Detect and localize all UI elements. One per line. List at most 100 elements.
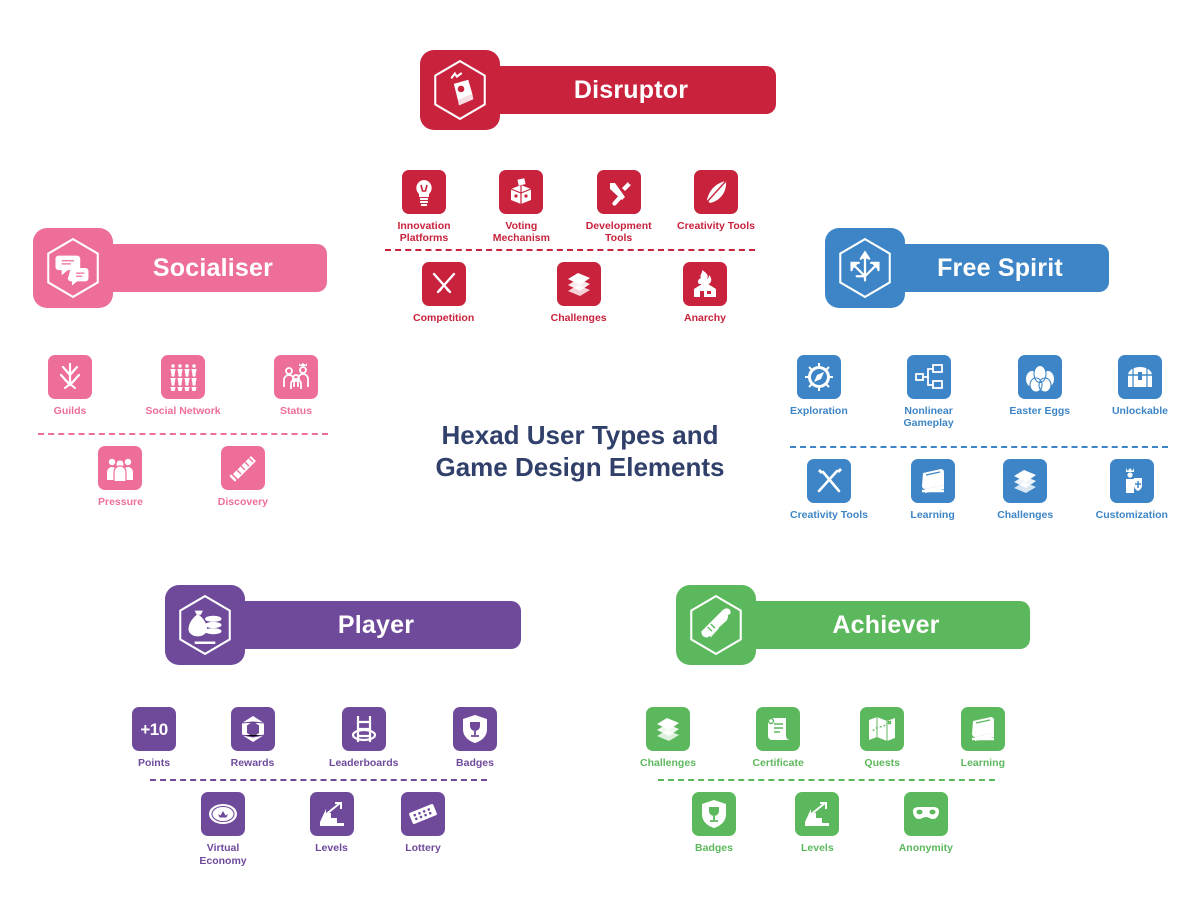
telescope-glyph: [229, 456, 256, 482]
flowchart-icon: [906, 355, 951, 399]
element-social-network[interactable]: Social Network: [145, 355, 221, 417]
element-challenges-fs[interactable]: Challenges: [997, 458, 1053, 521]
element-guilds[interactable]: Guilds: [48, 355, 92, 417]
element-levels[interactable]: Levels: [309, 792, 354, 854]
status-glyph: [283, 363, 309, 389]
disruptor-bar: Disruptor: [486, 66, 776, 114]
element-label: Competition: [413, 311, 475, 324]
element-label: Voting Mechanism: [492, 220, 550, 245]
socialiser-divider: [38, 433, 328, 436]
crossed-swords-glyph: [432, 272, 455, 293]
group-achiever: Challenges Certificate Quests Learning B…: [640, 707, 1005, 855]
socialiser-row-1: Guilds Social Network Status: [38, 355, 328, 417]
socialiser-label: Socialiser: [152, 253, 274, 282]
crossed-swords-shield-icon: [48, 355, 92, 399]
disruptor-row-2: Competition Challenges Anarchy: [385, 261, 755, 324]
element-label: Unlockable: [1111, 405, 1168, 417]
element-points[interactable]: +10 Points: [132, 707, 176, 769]
element-badges-ach[interactable]: Badges: [692, 792, 736, 854]
element-creativity-tools-fs[interactable]: Creativity Tools: [790, 458, 868, 521]
treasure-chest-icon: [1117, 355, 1162, 399]
element-certificate[interactable]: Certificate: [752, 707, 804, 769]
coin-glyph: [209, 804, 237, 825]
crowd-glyph: [107, 459, 134, 482]
element-unlockable[interactable]: Unlockable: [1112, 355, 1168, 417]
element-label: Learning: [960, 757, 1005, 769]
element-badges[interactable]: Badges: [453, 707, 497, 769]
group-free-spirit: Exploration Nonlinear Gameplay Easter Eg…: [790, 355, 1168, 521]
player-badge: [165, 585, 245, 665]
books-glyph: [921, 468, 944, 493]
element-anarchy[interactable]: Anarchy: [683, 261, 727, 324]
socialiser-row-2: Pressure Discovery: [38, 446, 328, 508]
element-label: Points: [137, 757, 171, 769]
element-levels-ach[interactable]: Levels: [795, 792, 840, 854]
free-spirit-row-1: Exploration Nonlinear Gameplay Easter Eg…: [790, 355, 1168, 430]
stairs-glyph: [805, 802, 830, 827]
multi-arrows-icon: [839, 237, 891, 299]
gem-icon: [230, 707, 275, 751]
element-customization[interactable]: Customization: [1096, 458, 1168, 521]
compass-icon: [796, 355, 841, 399]
element-rewards[interactable]: Rewards: [230, 707, 275, 769]
element-easter-eggs[interactable]: Easter Eggs: [1009, 355, 1070, 417]
element-virtual-economy[interactable]: Virtual Economy: [184, 792, 262, 867]
element-challenges-ach[interactable]: Challenges: [640, 707, 696, 769]
trophy-shield-icon: [692, 792, 736, 837]
burning-house-glyph: [694, 269, 716, 297]
socialiser-bar: Socialiser: [99, 244, 327, 292]
mask-icon: [903, 792, 948, 837]
element-nonlinear-gameplay[interactable]: Nonlinear Gameplay: [890, 355, 968, 430]
puzzle-stack-icon: [646, 707, 691, 751]
gem-glyph: [241, 716, 264, 742]
compass-glyph: [804, 363, 833, 391]
element-label: Discovery: [217, 496, 268, 509]
type-header-player: Player: [165, 585, 521, 665]
people-grid-glyph: [170, 364, 197, 391]
puzzle-stack-glyph: [567, 272, 590, 296]
element-status[interactable]: Status: [274, 355, 318, 417]
bomb-icon: [434, 59, 486, 121]
title-line-1: Hexad User Types and: [441, 420, 719, 450]
element-competition[interactable]: Competition: [413, 261, 475, 324]
ballot-box-glyph: [511, 178, 532, 204]
lottery-ticket-glyph: [409, 804, 437, 825]
achiever-badge: [676, 585, 756, 665]
books-glyph: [971, 717, 994, 741]
element-voting-mechanism[interactable]: Voting Mechanism: [482, 170, 560, 245]
element-label: Learning: [910, 508, 955, 521]
type-header-socialiser: Socialiser: [33, 228, 327, 308]
element-label: Challenges: [550, 311, 607, 324]
disruptor-label: Disruptor: [573, 75, 689, 104]
disruptor-badge: [420, 50, 500, 130]
element-leaderboards[interactable]: Leaderboards: [329, 707, 398, 769]
element-pressure[interactable]: Pressure: [98, 446, 143, 508]
plus-ten-icon: +10: [132, 707, 176, 751]
trophy-shield-glyph: [463, 715, 487, 743]
element-exploration[interactable]: Exploration: [790, 355, 848, 417]
trophy-shield-icon: [453, 707, 497, 751]
knight-icon: [1109, 458, 1154, 503]
element-label: Lottery: [405, 842, 441, 855]
element-lottery[interactable]: Lottery: [401, 792, 445, 854]
diploma-icon: [690, 594, 742, 656]
element-creativity-tools[interactable]: Creativity Tools: [677, 170, 755, 232]
element-label: Badges: [695, 842, 733, 855]
element-challenges[interactable]: Challenges: [550, 261, 607, 324]
element-learning-fs[interactable]: Learning: [910, 458, 955, 521]
free-spirit-badge: [825, 228, 905, 308]
element-discovery[interactable]: Discovery: [218, 446, 268, 508]
socialiser-badge: [33, 228, 113, 308]
element-learning-ach[interactable]: Learning: [961, 707, 1005, 769]
element-anonymity[interactable]: Anonymity: [899, 792, 953, 854]
element-innovation-platforms[interactable]: Innovation Platforms: [385, 170, 463, 245]
element-label: Development Tools: [585, 220, 652, 245]
title-line-2: Game Design Elements: [435, 451, 725, 482]
element-label: Anonymity: [898, 842, 953, 855]
player-bar: Player: [231, 601, 521, 649]
puzzle-stack-glyph: [657, 718, 680, 741]
puzzle-stack-glyph: [1014, 469, 1037, 493]
element-development-tools[interactable]: Development Tools: [580, 170, 658, 245]
element-quests[interactable]: Quests: [860, 707, 905, 769]
element-label: Certificate: [752, 757, 804, 769]
